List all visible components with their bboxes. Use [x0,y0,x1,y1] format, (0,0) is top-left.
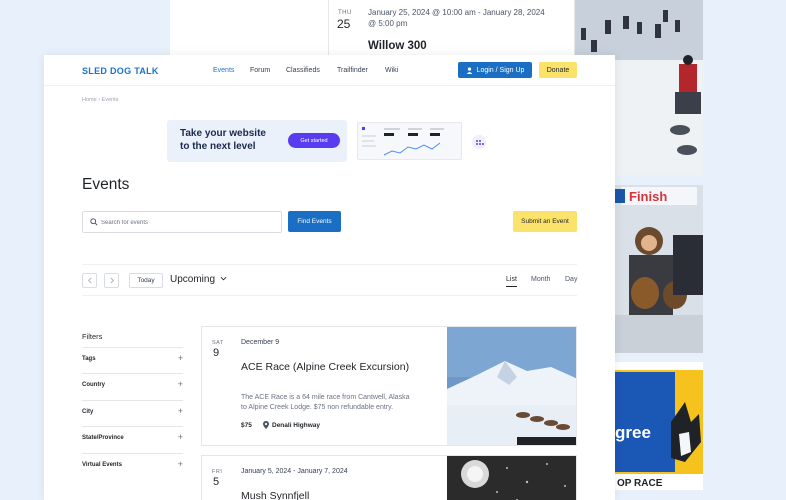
venue-name: Denali Highway [272,421,321,429]
site-logo[interactable]: SLED DOG TALK [82,66,159,76]
plus-icon: + [177,459,183,469]
search-input[interactable] [101,217,271,228]
event-image[interactable] [447,456,576,500]
finish-line-photo: Finish [615,185,703,353]
filters-heading: Filters [82,332,103,341]
ad-get-started-button[interactable]: Get started [288,133,340,148]
event-day-number: 25 [337,17,351,31]
login-signup-label: Login / Sign Up [476,66,525,74]
plus-icon: + [177,406,183,416]
event-date: January 5, 2024 - January 7, 2024 [241,468,348,475]
top-navigation: SLED DOG TALK Events Forum Classifieds T… [44,55,615,86]
mountain-sled-dogs-illustration [447,327,576,445]
dots-icon [476,140,484,145]
filter-state-province[interactable]: State/Province + [82,426,183,452]
ad-logo-icon [472,135,486,149]
event-card[interactable]: SAT 9 December 9 ACE Race (Alpine Creek … [201,326,577,446]
nav-link-wiki[interactable]: Wiki [385,67,398,74]
chevron-down-icon [220,276,227,281]
ad-panel: Take your website to the next level Get … [167,120,347,162]
ad-headline: Take your website to the next level [180,128,266,153]
plus-icon: + [177,432,183,442]
events-toolbar: Today Upcoming List Month Day [82,264,577,296]
sponsor-race-text: OP RACE [617,478,663,489]
event-card[interactable]: FRI 5 January 5, 2024 - January 7, 2024 … [201,455,577,500]
event-title[interactable]: Willow 300 [368,40,427,52]
view-tab-month[interactable]: Month [531,276,550,283]
donate-button[interactable]: Donate [539,62,577,78]
event-title[interactable]: ACE Race (Alpine Creek Excursion) [241,360,411,375]
filter-tags[interactable]: Tags + [82,347,183,373]
ad-dashboard-preview [357,122,462,160]
filter-label: Tags [82,356,96,362]
night-snow-illustration [447,456,576,500]
search-icon [90,218,98,226]
filter-label: State/Province [82,435,124,441]
next-button[interactable] [104,273,119,288]
event-day-of-week: FRI [212,469,223,475]
user-icon [466,66,472,74]
view-tab-day[interactable]: Day [565,276,577,283]
event-day-number: 9 [213,347,220,359]
login-signup-button[interactable]: Login / Sign Up [458,62,532,78]
breadcrumb[interactable]: Home › Events [82,97,118,103]
chevron-left-icon [87,277,92,284]
nav-link-trailfinder[interactable]: Trailfinder [337,67,368,74]
filter-label: City [82,409,94,415]
nav-link-forum[interactable]: Forum [250,67,270,74]
event-image[interactable] [447,327,576,445]
event-venue[interactable]: Denali Highway [263,421,320,429]
event-description: The ACE Race is a 64 mile race from Cant… [241,394,410,411]
event-price: $75 [241,422,252,429]
view-tab-list[interactable]: List [506,276,517,287]
ad-headline-line-2: to the next level [180,140,256,152]
ad-headline-line-1: Take your website [180,128,266,139]
chevron-right-icon [109,277,114,284]
main-browser-window: SLED DOG TALK Events Forum Classifieds T… [44,55,615,500]
event-date: December 9 [241,339,280,346]
nav-link-events[interactable]: Events [213,67,234,74]
event-search-box[interactable] [82,211,282,233]
filter-label: Country [82,382,105,388]
previous-button[interactable] [82,273,97,288]
event-day-of-week: THU [338,10,352,16]
range-selector[interactable]: Upcoming [170,274,227,285]
advertisement-banner[interactable]: Take your website to the next level Get … [167,120,492,162]
event-day-number: 5 [213,476,220,488]
today-button[interactable]: Today [129,273,163,288]
event-title[interactable]: Mush Synnfjell [241,489,411,500]
event-day-of-week: SAT [212,340,224,346]
filter-virtual-events[interactable]: Virtual Events + [82,453,183,479]
find-events-button[interactable]: Find Events [288,211,341,232]
map-pin-icon [263,421,269,429]
event-date-line-1: January 25, 2024 @ 10:00 am - January 28… [368,8,545,17]
sponsor-banner-photo: gree OP RACE [615,362,703,490]
submit-event-button[interactable]: Submit an Event [513,211,577,232]
race-sponsor-illustration: gree OP RACE [615,362,703,490]
range-label: Upcoming [170,274,216,285]
musher-with-dogs-illustration: Finish [615,185,703,353]
sponsor-text: gree [615,423,651,442]
filter-city[interactable]: City + [82,400,183,426]
finish-banner-text: Finish [629,189,667,204]
plus-icon: + [177,353,183,363]
filter-label: Virtual Events [82,462,122,468]
plus-icon: + [177,379,183,389]
dashboard-chart-illustration [362,127,444,156]
page-title: Events [82,176,130,193]
filter-country[interactable]: Country + [82,373,183,399]
event-date-line-2: @ 5:00 pm [368,19,408,28]
nav-link-classifieds[interactable]: Classifieds [286,67,320,74]
